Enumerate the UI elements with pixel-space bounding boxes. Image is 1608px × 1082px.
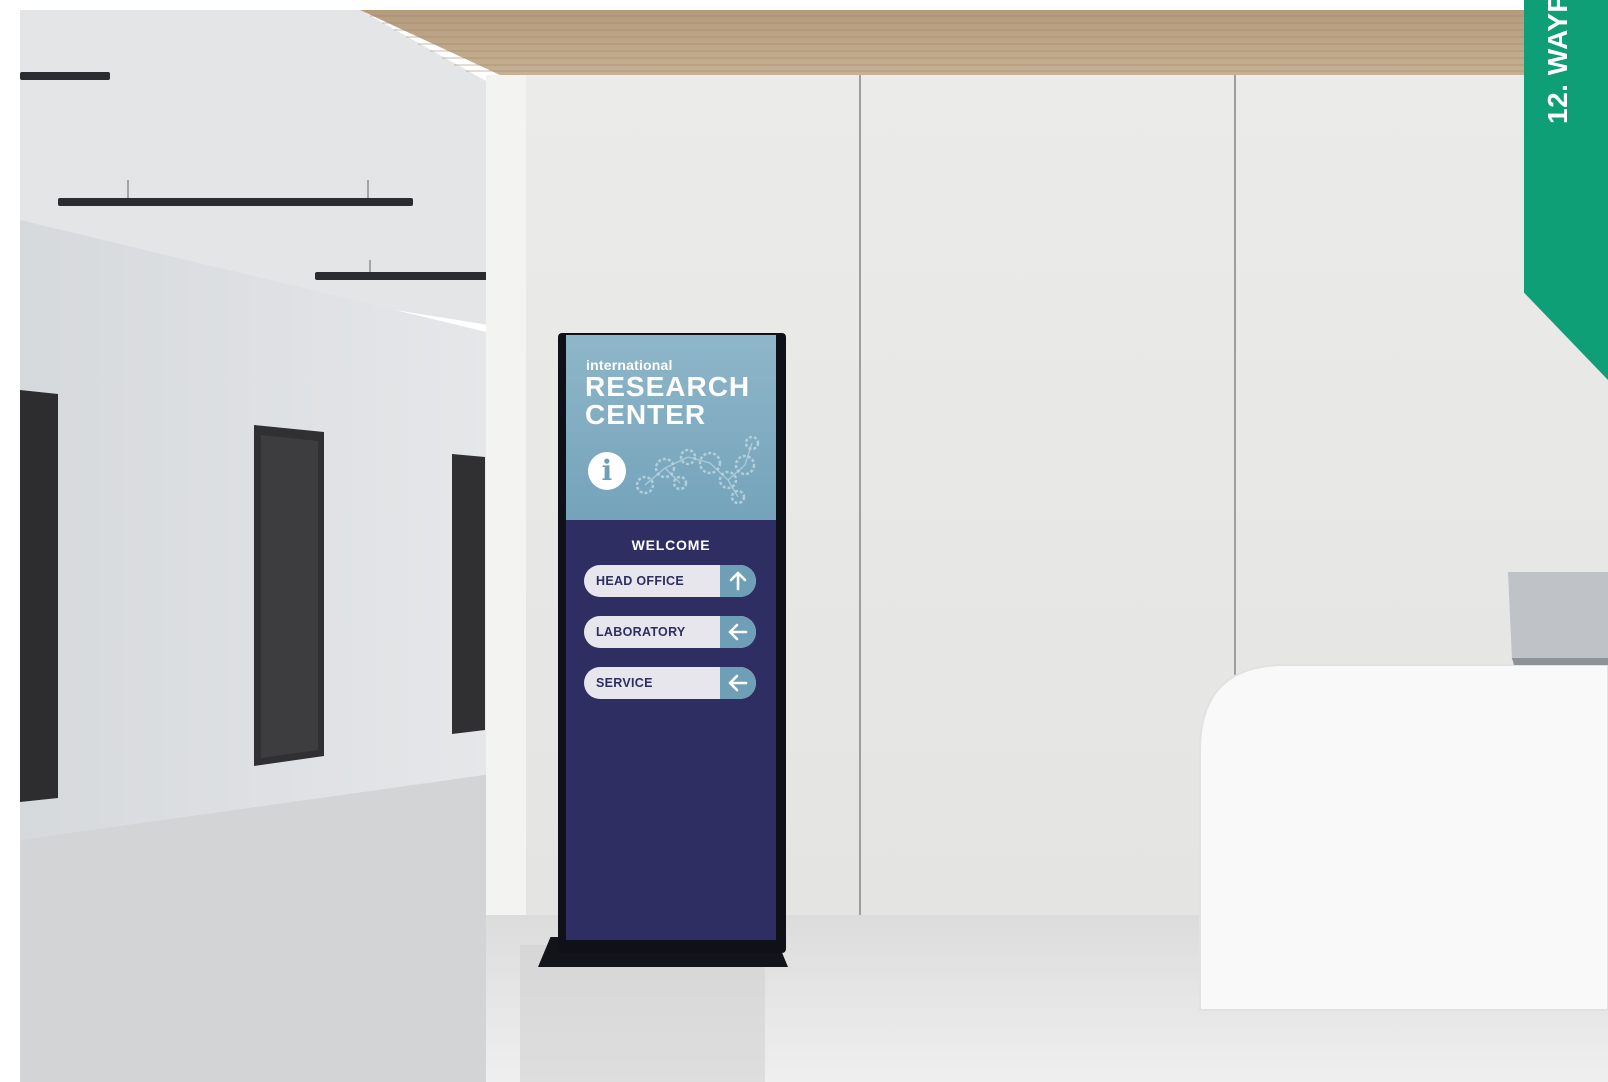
direction-label: HEAD OFFICE — [596, 574, 685, 588]
reception-desk — [1199, 664, 1608, 1011]
category-corner-tag: 12. WAYFI — [1524, 0, 1608, 380]
direction-service: SERVICE — [584, 667, 756, 699]
direction-label: SERVICE — [596, 676, 653, 690]
arrow-left-icon — [728, 623, 748, 641]
wayfinding-totem: international RESEARCH CENTER i WELCOME … — [538, 315, 788, 975]
arrow-left-icon — [728, 674, 748, 692]
direction-label: LABORATORY — [596, 625, 686, 639]
lobby-background — [20, 10, 1608, 1082]
corner-tag-text: 12. WAYFI — [1542, 0, 1573, 124]
brand-title-line-2: CENTER — [585, 399, 707, 430]
door — [20, 390, 58, 802]
ceiling-light — [58, 198, 413, 206]
direction-laboratory: LABORATORY — [584, 616, 756, 648]
info-icon: i — [588, 452, 626, 490]
ceiling-light — [20, 72, 110, 80]
welcome-heading: WELCOME — [631, 537, 711, 553]
arrow-up-icon — [729, 571, 747, 591]
gears-icon — [635, 435, 760, 505]
laptop — [1508, 572, 1608, 660]
direction-head-office: HEAD OFFICE — [584, 565, 756, 597]
brand-title-line-1: RESEARCH — [585, 371, 751, 402]
door — [452, 454, 485, 734]
lobby-scene: international RESEARCH CENTER i WELCOME … — [20, 10, 1608, 1082]
